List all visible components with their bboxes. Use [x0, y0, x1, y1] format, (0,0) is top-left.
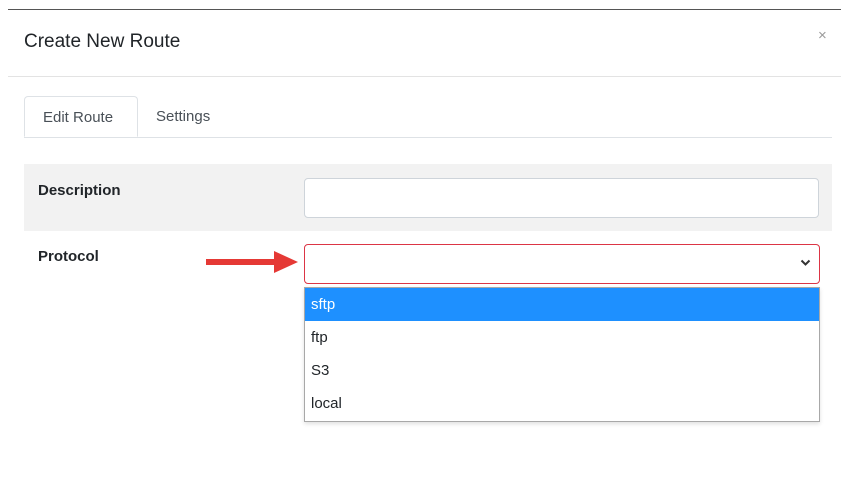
description-input[interactable]	[304, 178, 819, 218]
protocol-label: Protocol	[38, 248, 99, 265]
option-ftp[interactable]: ftp	[305, 321, 819, 354]
description-label: Description	[38, 182, 121, 199]
option-sftp[interactable]: sftp	[305, 288, 819, 321]
chevron-down-icon	[800, 259, 811, 266]
option-local[interactable]: local	[305, 387, 819, 420]
header-divider	[8, 76, 841, 77]
modal-title: Create New Route	[24, 31, 181, 52]
tab-settings[interactable]: Settings	[139, 96, 227, 137]
option-s3[interactable]: S3	[305, 354, 819, 387]
tab-bar-baseline	[24, 137, 832, 138]
top-border	[8, 9, 841, 10]
red-arrow-icon	[206, 251, 298, 273]
protocol-select[interactable]	[304, 244, 820, 284]
protocol-dropdown-list: sftp ftp S3 local	[304, 287, 820, 422]
tab-edit-route[interactable]: Edit Route	[24, 96, 138, 137]
close-icon[interactable]: ×	[818, 27, 827, 44]
